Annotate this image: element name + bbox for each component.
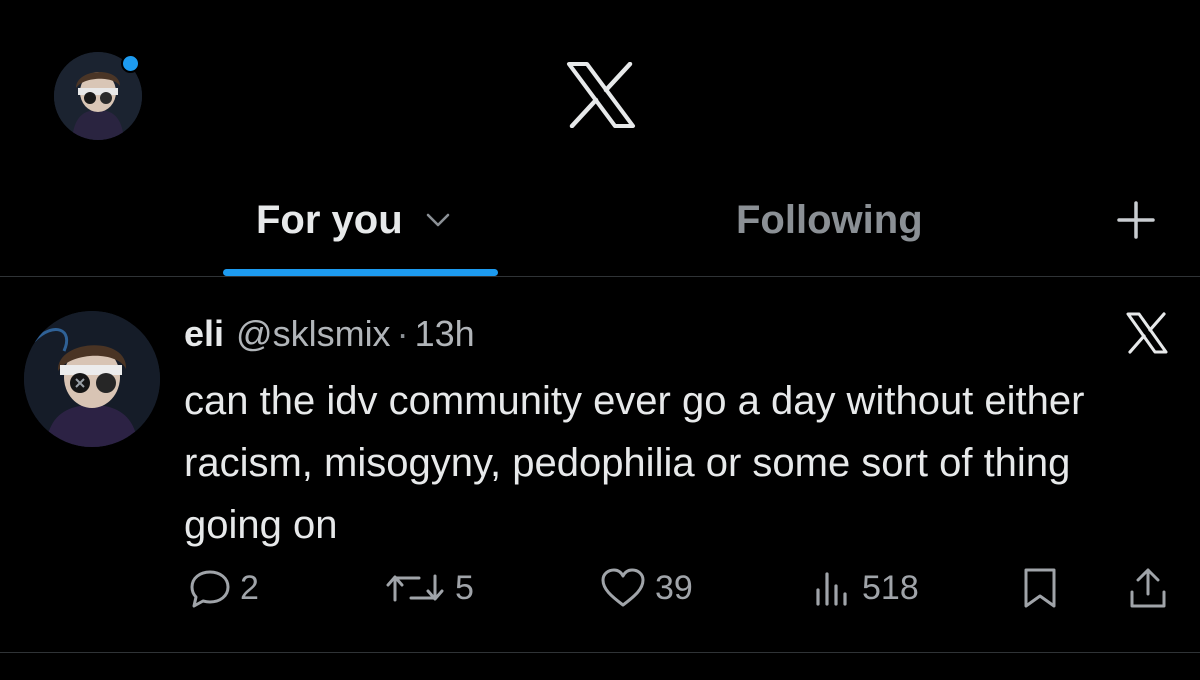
views-count: 518 — [862, 568, 919, 607]
plus-icon[interactable] — [1116, 200, 1156, 240]
chevron-down-icon[interactable] — [425, 212, 451, 228]
heart-icon — [601, 568, 645, 607]
notification-dot — [121, 54, 140, 73]
author-handle[interactable]: @sklsmix — [236, 313, 391, 355]
active-tab-indicator — [223, 269, 498, 276]
tab-for-you[interactable]: For you — [256, 190, 451, 250]
tweet-divider — [0, 652, 1200, 653]
reply-button[interactable]: 2 — [188, 566, 259, 610]
share-button[interactable] — [1128, 566, 1168, 610]
tab-label: Following — [736, 197, 923, 242]
views-icon — [816, 572, 847, 606]
author-name[interactable]: eli — [184, 313, 224, 355]
bookmark-icon — [1024, 568, 1056, 608]
reply-count: 2 — [240, 568, 259, 607]
views-button[interactable]: 518 — [810, 566, 919, 610]
timestamp[interactable]: 13h — [415, 313, 475, 355]
repost-count: 5 — [455, 568, 474, 607]
repost-button[interactable]: 5 — [385, 566, 474, 610]
tab-label: For you — [256, 197, 403, 242]
share-icon — [1130, 568, 1166, 608]
x-logo-icon[interactable] — [566, 62, 636, 128]
avatar[interactable] — [24, 311, 160, 447]
separator: · — [396, 313, 409, 354]
x-icon — [1126, 312, 1168, 354]
tab-following[interactable]: Following — [736, 190, 923, 250]
top-bar: For you Following — [0, 0, 1200, 278]
bookmark-button[interactable] — [1020, 566, 1060, 610]
like-button[interactable]: 39 — [599, 566, 693, 610]
tweet-header: eli @sklsmix · 13h — [184, 313, 475, 355]
tweet-text: can the idv community ever go a day with… — [184, 379, 1085, 547]
reply-icon — [190, 570, 230, 608]
header-divider — [0, 276, 1200, 277]
repost-icon — [386, 574, 444, 602]
like-count: 39 — [655, 568, 693, 607]
